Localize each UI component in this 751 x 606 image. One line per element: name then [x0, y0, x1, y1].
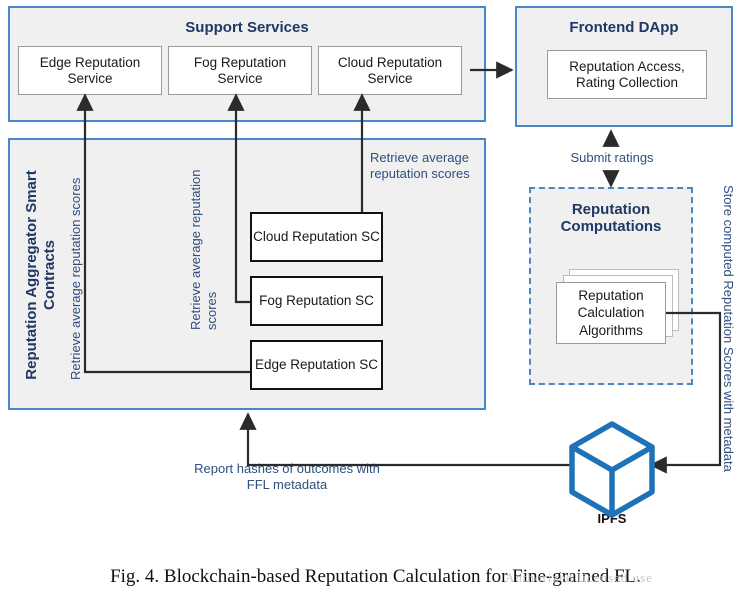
algorithms-card-label: Reputation Calculation Algorithms	[577, 288, 645, 338]
fog-reputation-sc-label: Fog Reputation SC	[259, 293, 374, 309]
cloud-reputation-service-label: Cloud Reputation Service	[337, 54, 443, 86]
cloud-retrieve-annotation-text: Retrieve average reputation scores	[370, 150, 470, 181]
edge-reputation-service-label: Edge Reputation Service	[39, 54, 141, 86]
support-services-title: Support Services	[185, 19, 309, 36]
support-services-panel: Support Services Edge Reputation Service…	[8, 6, 486, 122]
figure-diagram: Support Services Edge Reputation Service…	[0, 0, 751, 606]
fog-retrieve-annotation: Retrieve average reputation scores	[188, 155, 221, 330]
report-hashes-text: Report hashes of outcomes with FFL metad…	[194, 461, 380, 492]
algorithms-card-front[interactable]: Reputation Calculation Algorithms	[556, 282, 666, 344]
submit-ratings-text: Submit ratings	[570, 150, 654, 165]
cloud-reputation-sc-label: Cloud Reputation SC	[253, 229, 380, 245]
edge-reputation-service-box[interactable]: Edge Reputation Service	[18, 46, 162, 95]
edge-retrieve-annotation-text: Retrieve average reputation scores	[68, 177, 83, 380]
reputation-computations-title-text: Reputation Computations	[560, 201, 662, 235]
reputation-aggregator-title-text: Reputation Aggregator Smart Contracts	[23, 170, 59, 380]
fog-reputation-service-label: Fog Reputation Service	[193, 54, 287, 86]
store-scores-text: Store computed Reputation Scores with me…	[721, 185, 736, 472]
cloud-retrieve-annotation: Retrieve average reputation scores	[370, 150, 488, 182]
ipfs-label-text: IPFS	[597, 511, 627, 526]
fog-retrieve-annotation-text: Retrieve average reputation scores	[188, 169, 220, 330]
reputation-aggregator-title: Reputation Aggregator Smart Contracts	[23, 150, 60, 400]
reputation-access-label: Reputation Access, Rating Collection	[569, 58, 685, 90]
report-hashes-label: Report hashes of outcomes with FFL metad…	[189, 461, 385, 493]
figure-caption: Fig. 4. Blockchain-based Reputation Calc…	[110, 566, 641, 587]
edge-reputation-sc-box[interactable]: Edge Reputation SC	[250, 340, 383, 390]
frontend-dapp-panel: Frontend DApp Reputation Access, Rating …	[515, 6, 733, 127]
edge-retrieve-annotation: Retrieve average reputation scores	[68, 170, 84, 380]
frontend-dapp-title: Frontend DApp	[569, 19, 679, 36]
fog-reputation-sc-box[interactable]: Fog Reputation SC	[250, 276, 383, 326]
store-scores-label: Store computed Reputation Scores with me…	[720, 185, 736, 472]
ipfs-label: IPFS	[562, 511, 662, 526]
ipfs-cube-icon	[569, 421, 655, 518]
fog-reputation-service-box[interactable]: Fog Reputation Service	[168, 46, 312, 95]
reputation-computations-title: Reputation Computations	[531, 201, 691, 235]
submit-ratings-label: Submit ratings	[551, 150, 673, 166]
cloud-reputation-sc-box[interactable]: Cloud Reputation SC	[250, 212, 383, 262]
reputation-access-box[interactable]: Reputation Access, Rating Collection	[547, 50, 707, 99]
cloud-reputation-service-box[interactable]: Cloud Reputation Service	[318, 46, 462, 95]
edge-reputation-sc-label: Edge Reputation SC	[254, 357, 379, 373]
